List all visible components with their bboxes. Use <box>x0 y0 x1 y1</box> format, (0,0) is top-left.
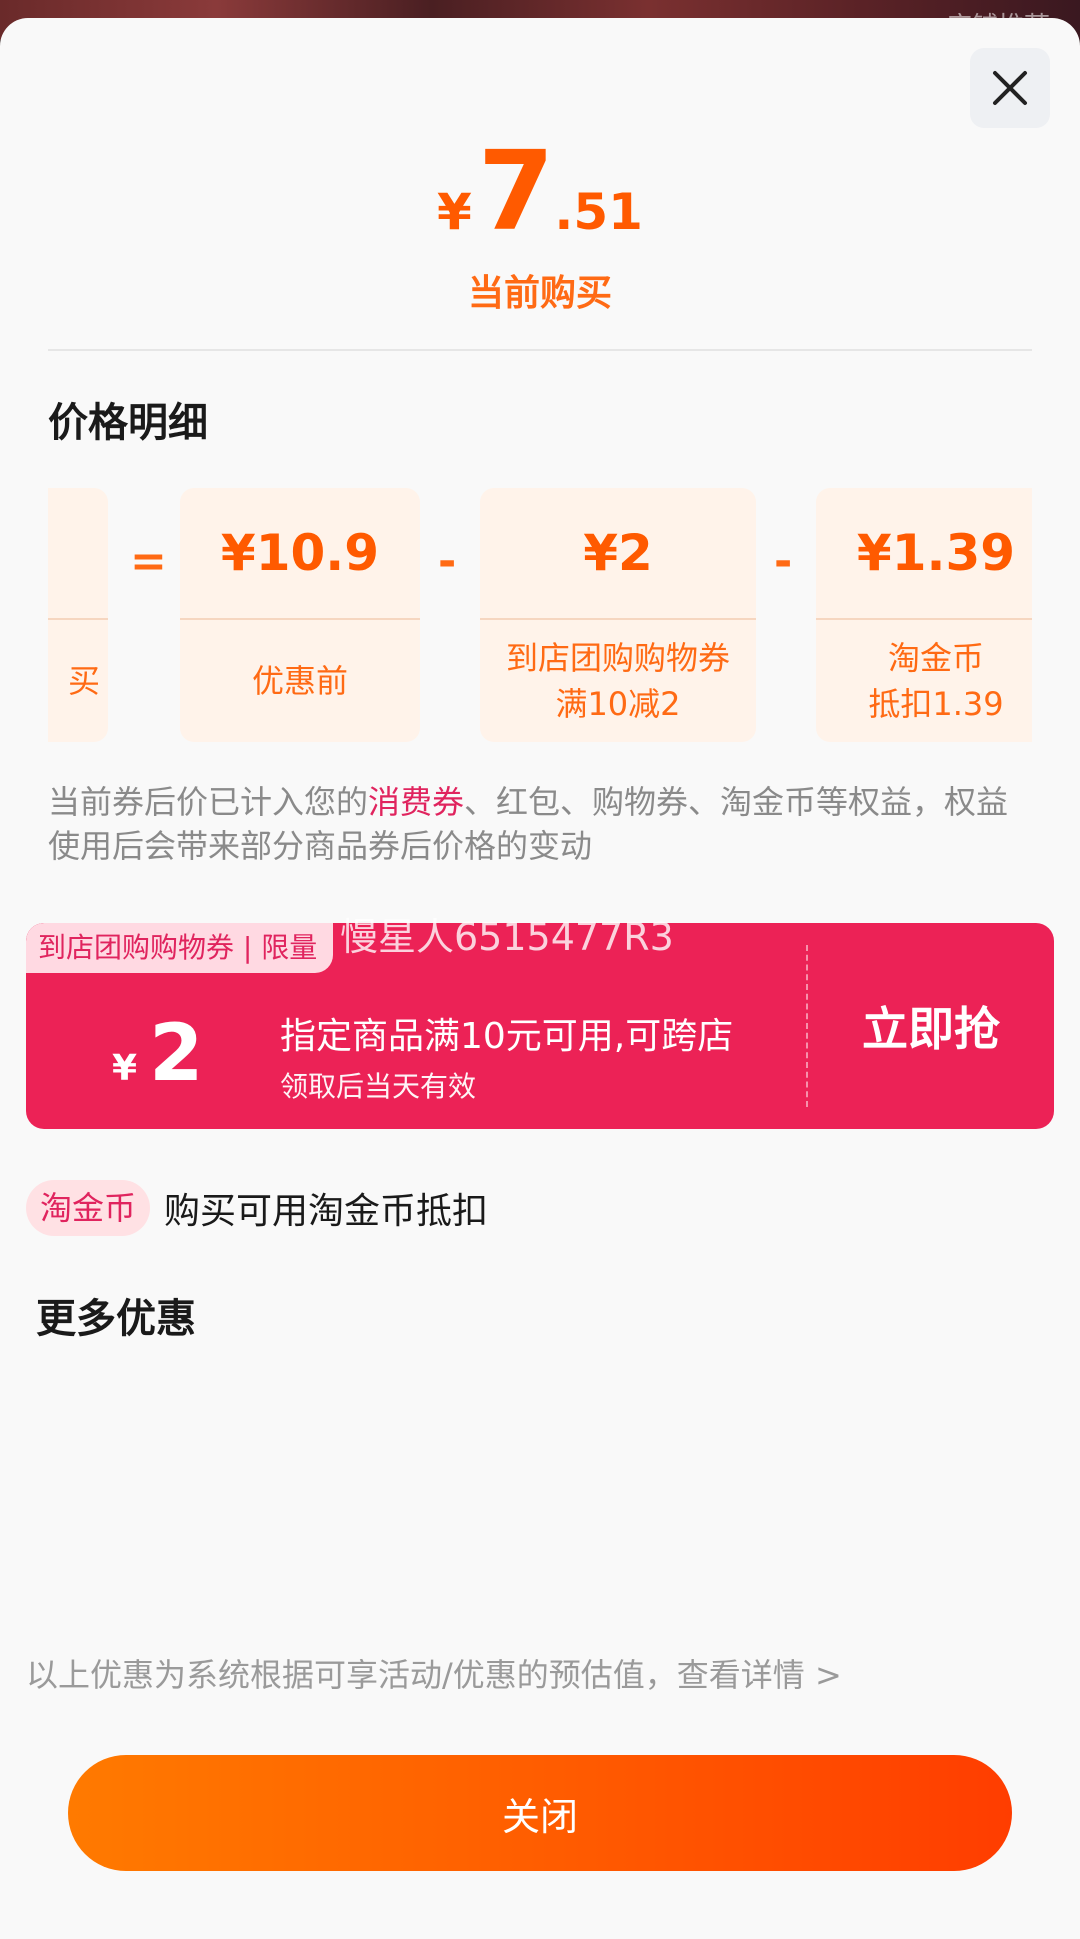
price-symbol: ¥ <box>437 183 472 241</box>
price-breakdown-row[interactable]: 买 = ¥10.9 优惠前 - ¥2 到店团购购物券 满10减2 - ¥1.39… <box>48 488 1032 742</box>
coupon-condition: 指定商品满10元可用,可跨店 <box>280 1016 734 1057</box>
equals-operator: = <box>130 536 167 587</box>
close-button[interactable]: 关闭 <box>68 1755 1012 1871</box>
minus-operator: - <box>438 536 457 587</box>
current-price-block: ¥ 7 .51 当前购买 <box>0 136 1080 316</box>
close-icon-button[interactable] <box>970 48 1050 128</box>
coupon-validity: 领取后当天有效 <box>280 1070 477 1103</box>
coupon-tag: 到店团购购物券 | 限量 <box>26 923 334 973</box>
breakdown-card-partial-label: 买 <box>67 662 100 700</box>
close-icon <box>993 71 1027 105</box>
breakdown-card-original-price: ¥10.9 优惠前 <box>180 488 420 742</box>
watermark-text: 慢星人6515477R3 <box>340 915 674 959</box>
price-note-prefix: 当前券后价已计入您的 <box>48 783 369 821</box>
coin-row: 淘金币 购买可用淘金币抵扣 <box>26 1180 488 1236</box>
breakdown-card-coupon: ¥2 到店团购购物券 满10减2 <box>480 488 756 742</box>
coin-badge: 淘金币 <box>26 1180 151 1236</box>
price-integer: 7 <box>477 127 555 255</box>
breakdown-card-label: 优惠前 <box>251 662 348 700</box>
current-price: ¥ 7 .51 <box>437 136 643 246</box>
breakdown-card-value: ¥1.39 <box>816 488 1032 620</box>
price-caption: 当前购买 <box>467 273 612 314</box>
breakdown-card-partial: 买 <box>48 488 108 742</box>
price-decimal: .51 <box>554 183 643 241</box>
grab-coupon-button[interactable]: 立即抢 <box>808 923 1054 1129</box>
price-detail-sheet: ¥ 7 .51 当前购买 价格明细 买 = ¥10.9 优惠前 - ¥2 到店团… <box>0 18 1080 1939</box>
consumption-coupon-link[interactable]: 消费券 <box>368 783 464 821</box>
price-note: 当前券后价已计入您的消费券、红包、购物券、淘金币等权益，权益使用后会带来部分商品… <box>48 780 1032 868</box>
breakdown-card-value: ¥2 <box>480 488 756 620</box>
coin-text: 购买可用淘金币抵扣 <box>164 1191 489 1232</box>
more-offers-title: 更多优惠 <box>36 1296 196 1342</box>
coupon-currency-symbol: ¥ <box>112 1048 138 1089</box>
breakdown-card-label: 到店团购购物券 满10减2 <box>505 639 730 723</box>
breakdown-card-value: ¥10.9 <box>180 488 420 620</box>
coupon-amount-value: 2 <box>149 1009 204 1099</box>
minus-operator: - <box>774 536 793 587</box>
divider <box>48 349 1032 351</box>
coupon-amount: ¥ 2 <box>112 1015 203 1093</box>
view-details-link[interactable]: 以上优惠为系统根据可享活动/优惠的预估值，查看详情 > <box>26 1650 842 1696</box>
breakdown-card-coins: ¥1.39 淘金币 抵扣1.39 <box>816 488 1032 742</box>
price-detail-title: 价格明细 <box>48 400 208 446</box>
breakdown-card-label: 淘金币 抵扣1.39 <box>868 639 1004 723</box>
